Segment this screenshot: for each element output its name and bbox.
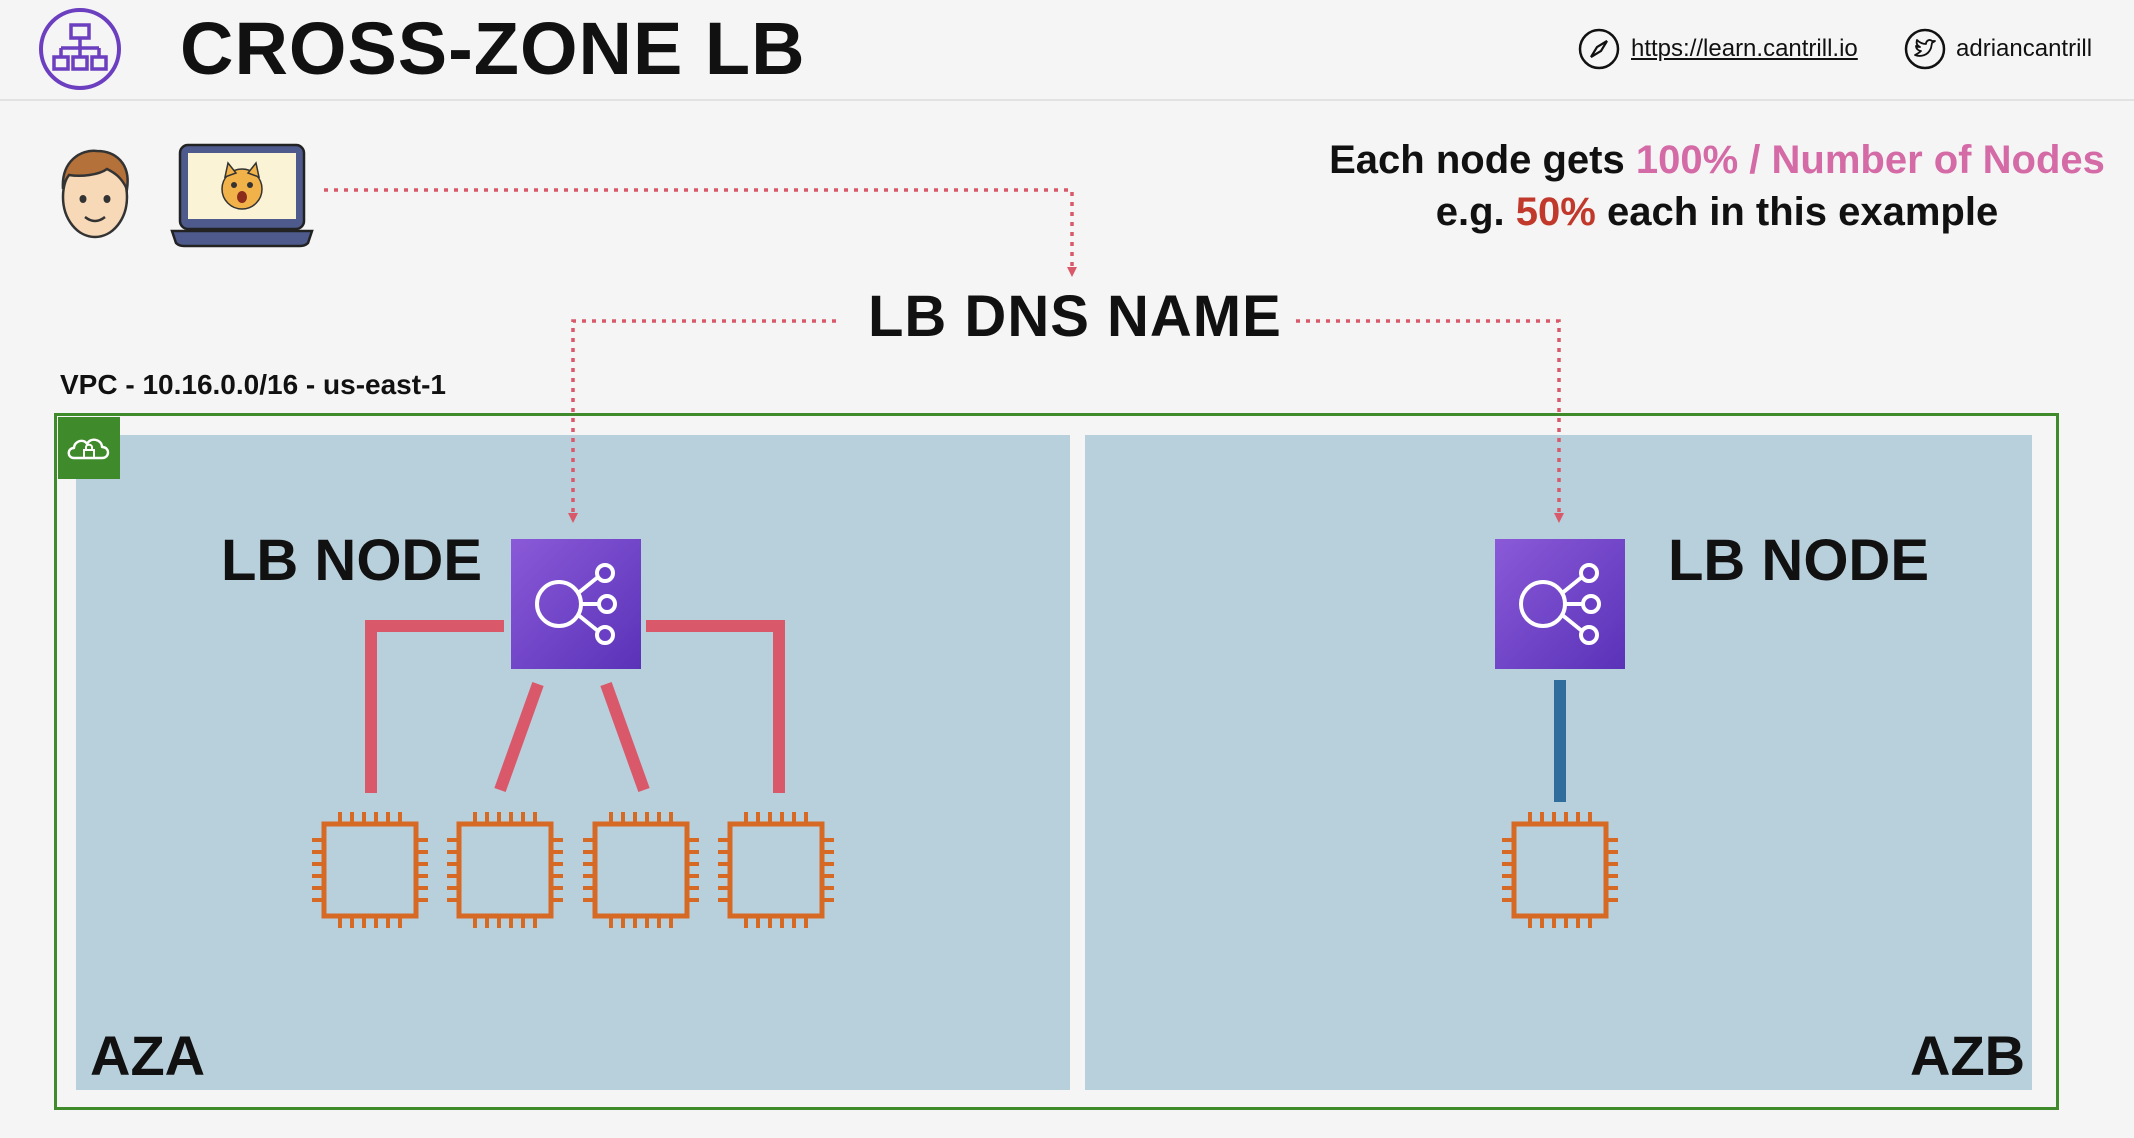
- diagram-connectors: [312, 188, 1618, 928]
- ec2-instance-azb-1-icon: [1502, 812, 1618, 928]
- dotted-arrow-client-to-dns: [324, 188, 1077, 277]
- ec2-instance-aza-2-icon: [447, 812, 563, 928]
- ec2-instance-aza-4-icon: [718, 812, 834, 928]
- ec2-instance-aza-1-icon: [312, 812, 428, 928]
- link-aza-instance-2: [494, 681, 544, 793]
- dotted-arrow-dns-to-aza: [568, 319, 836, 523]
- dotted-arrow-dns-to-azb: [1296, 319, 1564, 523]
- link-aza-instance-1: [365, 620, 504, 793]
- ec2-instance-aza-3-icon: [583, 812, 699, 928]
- link-aza-instance-4: [646, 620, 785, 793]
- link-aza-instance-3: [600, 681, 650, 793]
